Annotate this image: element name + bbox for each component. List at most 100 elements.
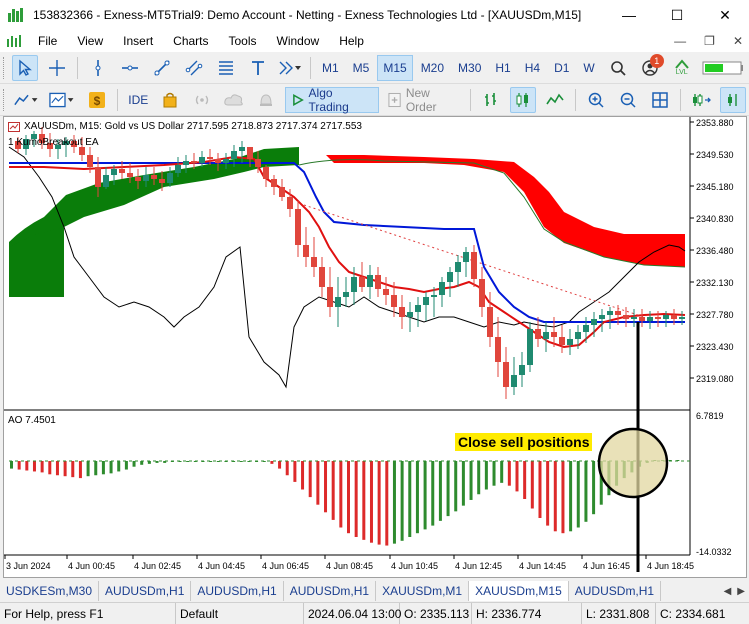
menu-window[interactable]: Window [267, 34, 330, 48]
new-chart-button[interactable] [12, 87, 42, 113]
grid-icon [652, 91, 668, 108]
template-icon [49, 92, 74, 107]
candlestick-button[interactable] [510, 86, 537, 113]
cursor-tool-button[interactable] [12, 54, 38, 81]
close-sell-annotation: Close sell positions [455, 433, 593, 451]
ao-bar [569, 461, 573, 532]
autoscroll-button[interactable] [719, 86, 746, 113]
toolbar-grip[interactable] [3, 56, 6, 79]
drawing-toolbar: M1 M5 M15 M20 M30 H1 H4 D1 W 1 LVL [0, 52, 749, 84]
ao-bar [538, 461, 542, 518]
timeframe-h1[interactable]: H1 [489, 55, 516, 81]
close-button[interactable]: ✕ [701, 0, 749, 30]
timeframe-m20[interactable]: M20 [415, 55, 450, 81]
expert-advisor-label[interactable]: 1 KumoBreakout EA [8, 137, 99, 148]
chart-tab[interactable]: AUDUSDm,H1 [99, 581, 192, 601]
ao-bar [362, 461, 366, 540]
new-order-button[interactable]: New Order [382, 86, 466, 114]
play-icon [293, 93, 304, 106]
price-chart[interactable]: 2353.880 2349.530 2345.180 2340.830 2336.480… [4, 117, 746, 577]
candle-body [159, 179, 165, 183]
status-close: C: 2334.681 [660, 606, 726, 621]
timeframe-m5[interactable]: M5 [347, 55, 376, 81]
candle-body [407, 312, 413, 317]
tile-windows-button[interactable] [647, 87, 673, 113]
menu-tools[interactable]: Tools [219, 34, 267, 48]
menu-file[interactable]: File [28, 34, 67, 48]
algo-trading-button[interactable]: Algo Trading [285, 86, 379, 114]
account-button[interactable]: 1 [637, 53, 664, 81]
text-tool-button[interactable] [245, 55, 271, 81]
timeframe-m1[interactable]: M1 [316, 55, 345, 81]
zoom-out-button[interactable] [615, 87, 641, 113]
shapes-icon [279, 61, 301, 74]
vertical-line-button[interactable] [85, 55, 111, 81]
time-label: 4 Jun 12:45 [455, 561, 502, 571]
line-chart-button[interactable] [542, 87, 568, 113]
fibonacci-button[interactable] [213, 55, 239, 81]
timeframe-m30[interactable]: M30 [452, 55, 487, 81]
time-label: 4 Jun 14:45 [519, 561, 566, 571]
child-restore-button[interactable]: ❐ [704, 34, 715, 48]
menu-charts[interactable]: Charts [163, 34, 218, 48]
chart-tab[interactable]: AUDUSDm,H1 [569, 581, 662, 601]
ao-bar [63, 461, 67, 477]
level-button[interactable]: LVL [669, 55, 695, 81]
candle-body [591, 319, 597, 325]
templates-button[interactable] [48, 87, 78, 113]
tab-scroll-left-icon[interactable]: ◀ [724, 586, 732, 597]
child-minimize-button[interactable]: — [674, 34, 686, 48]
menu-view[interactable]: View [67, 34, 113, 48]
metatrader-logo-icon [8, 8, 23, 22]
candle-body [127, 173, 133, 177]
ao-bar [461, 461, 465, 506]
horizontal-line-button[interactable] [117, 55, 143, 81]
timeframe-d1[interactable]: D1 [548, 55, 575, 81]
ide-button[interactable]: IDE [125, 87, 151, 113]
menu-help[interactable]: Help [329, 34, 374, 48]
zoom-in-button[interactable] [583, 87, 609, 113]
price-label: 2345.180 [696, 182, 734, 192]
candle-body [79, 147, 85, 155]
candle-body [559, 337, 565, 345]
ao-bar [132, 461, 136, 467]
timeframe-m15[interactable]: M15 [377, 54, 413, 81]
child-close-button[interactable]: ✕ [733, 34, 743, 48]
chart-window[interactable]: 2353.880 2349.530 2345.180 2340.830 2336.480… [3, 116, 747, 578]
toolbar-grip[interactable] [3, 88, 6, 111]
maximize-button[interactable]: ☐ [653, 0, 701, 30]
deposit-button[interactable]: $ [84, 87, 110, 113]
candle-body [487, 307, 493, 337]
signals-button[interactable] [189, 87, 215, 113]
ao-bar [339, 461, 343, 528]
tab-scroll-right-icon[interactable]: ▶ [737, 586, 745, 597]
timeframe-w1[interactable]: W [577, 55, 600, 81]
shapes-button[interactable] [277, 55, 303, 81]
ao-bar [308, 461, 312, 498]
chart-tab[interactable]: XAUUSDm,M1 [376, 581, 470, 601]
search-button[interactable] [605, 55, 631, 81]
chart-shift-button[interactable] [688, 87, 714, 113]
bar-chart-button[interactable] [478, 87, 504, 113]
crosshair-tool-button[interactable] [44, 55, 70, 81]
chart-tab[interactable]: AUDUSDm,H1 [191, 581, 284, 601]
chart-app-icon[interactable] [6, 34, 22, 48]
candle-body [239, 147, 245, 151]
minimize-button[interactable]: — [605, 0, 653, 30]
timeframe-h4[interactable]: H4 [519, 55, 546, 81]
time-label: 4 Jun 18:45 [647, 561, 694, 571]
candle-body [103, 175, 109, 187]
connection-status[interactable] [701, 55, 745, 81]
ao-bar [324, 461, 328, 513]
channel-button[interactable] [181, 55, 207, 81]
chart-tab[interactable]: USDKESm,M30 [0, 581, 100, 601]
menu-insert[interactable]: Insert [113, 34, 163, 48]
chart-tab-active[interactable]: XAUUSDm,M15 [469, 581, 569, 601]
market-button[interactable] [157, 87, 183, 113]
virtual-hosting-button[interactable] [253, 87, 279, 113]
candle-body [391, 295, 397, 307]
trendline-button[interactable] [149, 55, 175, 81]
chart-tab[interactable]: AUDUSDm,H1 [284, 581, 377, 601]
status-high: H: 2336.774 [472, 602, 582, 624]
vps-button[interactable] [221, 87, 247, 113]
